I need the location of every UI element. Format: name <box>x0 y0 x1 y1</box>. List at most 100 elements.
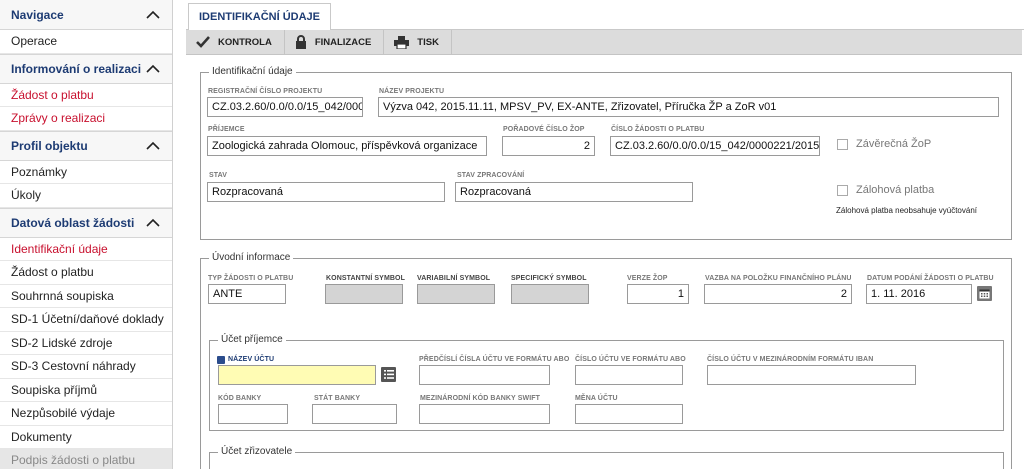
sidebar-item[interactable]: Žádost o platbu <box>0 84 172 107</box>
nazev-uctu-label: NÁZEV ÚČTU <box>228 356 275 363</box>
sidebar-section-header[interactable]: Navigace <box>0 0 172 30</box>
ucet-prijemce-panel: Účet příjemce NÁZEV ÚČTU PŘEDČÍSLÍ ČÍSLA… <box>209 334 1004 431</box>
finalizace-button[interactable]: FINALIZACE <box>285 29 385 55</box>
zaverecna-zop-label: Závěrečná ŽoP <box>856 138 932 150</box>
sidebar-item[interactable]: Dokumenty <box>0 426 172 449</box>
verze-zop-label: VERZE ŽOP <box>627 275 668 282</box>
zalohova-platba-note: Zálohová platba neobsahuje vyúčtování <box>836 206 977 215</box>
kontrola-button[interactable]: KONTROLA <box>186 29 285 55</box>
swift-field[interactable] <box>419 404 550 424</box>
datum-podani-field[interactable]: 1. 11. 2016 <box>866 284 972 304</box>
datum-podani-label: DATUM PODÁNÍ ŽÁDOSTI O PLATBU <box>867 275 994 282</box>
sidebar-section-header[interactable]: Informování o realizaci <box>0 53 172 84</box>
sidebar-item[interactable]: Úkoly <box>0 184 172 208</box>
stav-zpracovani-label: STAV ZPRACOVÁNÍ <box>457 172 525 179</box>
specificky-symbol-label: SPECIFICKÝ SYMBOL <box>511 275 587 282</box>
toolbar: KONTROLA FINALIZACE TISK <box>186 29 1022 55</box>
stav-field[interactable]: Rozpracovaná <box>207 182 445 202</box>
predcisli-label: PŘEDČÍSLÍ ČÍSLA ÚČTU VE FORMÁTU ABO <box>419 356 570 363</box>
nazev-projektu-field[interactable]: Výzva 042, 2015.11.11, MPSV_PV, EX-ANTE,… <box>378 97 999 117</box>
chevron-up-icon[interactable] <box>146 62 160 76</box>
kontrola-label: KONTROLA <box>218 36 272 48</box>
zaverecna-zop-box[interactable] <box>837 138 848 150</box>
nazev-uctu-field[interactable] <box>218 365 376 385</box>
sidebar-section-title: Profil objektu <box>11 138 88 153</box>
cislo-abo-field[interactable] <box>575 365 683 385</box>
reg-cislo-field[interactable]: CZ.03.2.60/0.0/0.0/15_042/0000 <box>207 97 363 117</box>
ucet-zrizovatele-panel: Účet zřizovatele <box>209 446 1004 469</box>
mena-uctu-label: MĚNA ÚČTU <box>575 395 618 402</box>
sidebar-section-header[interactable]: Datová oblast žádosti <box>0 207 172 238</box>
swift-label: MEZINÁRODNÍ KÓD BANKY SWIFT <box>420 395 541 402</box>
stav-zpracovani-field[interactable]: Rozpracovaná <box>455 182 693 202</box>
sidebar-section-title: Datová oblast žádosti <box>11 215 135 230</box>
iban-field[interactable] <box>707 365 916 385</box>
zalohova-platba-checkbox[interactable]: Zálohová platba <box>837 184 934 196</box>
typ-zadosti-label: TYP ŽÁDOSTI O PLATBU <box>208 275 294 282</box>
stav-label: STAV <box>209 172 228 179</box>
sidebar-item[interactable]: Operace <box>0 30 172 54</box>
info-icon <box>217 356 225 364</box>
checkmark-icon <box>196 36 210 48</box>
printer-icon <box>394 35 410 49</box>
sidebar-item[interactable]: Identifikační údaje <box>0 238 172 261</box>
zalohova-platba-box[interactable] <box>837 184 848 196</box>
prijemce-label: PŘÍJEMCE <box>208 126 245 133</box>
sidebar-section-title: Informování o realizaci <box>11 61 142 76</box>
mena-uctu-field[interactable] <box>575 404 683 424</box>
cislo-zadosti-label: ČÍSLO ŽÁDOSTI O PLATBU <box>611 126 705 133</box>
specificky-symbol-field <box>511 284 589 304</box>
main-content: IDENTIFIKAČNÍ ÚDAJE KONTROLA FINALIZACE … <box>186 0 1024 469</box>
sidebar-item[interactable]: Souhrnná soupiska <box>0 285 172 308</box>
konstantni-symbol-label: KONSTANTNÍ SYMBOL <box>326 275 405 282</box>
zalohova-platba-label: Zálohová platba <box>856 184 935 196</box>
cislo-zadosti-field[interactable]: CZ.03.2.60/0.0/0.0/15_042/0000221/2015/0… <box>610 136 820 156</box>
chevron-up-icon[interactable] <box>146 139 160 153</box>
variabilni-symbol-label: VARIABILNÍ SYMBOL <box>417 275 491 282</box>
stat-banky-label: STÁT BANKY <box>314 395 361 402</box>
iban-label: ČÍSLO ÚČTU V MEZINÁRODNÍM FORMÁTU IBAN <box>707 356 874 363</box>
sidebar-section-title: Navigace <box>11 7 64 22</box>
finalizace-label: FINALIZACE <box>314 36 372 48</box>
tisk-label: TISK <box>417 36 439 48</box>
vazba-field[interactable]: 2 <box>704 284 852 304</box>
uvodni-informace-legend: Úvodní informace <box>209 252 294 263</box>
tisk-button[interactable]: TISK <box>384 29 452 55</box>
prijemce-field[interactable]: Zoologická zahrada Olomouc, příspěvková … <box>207 136 487 156</box>
chevron-up-icon[interactable] <box>146 216 160 230</box>
variabilni-symbol-field <box>417 284 495 304</box>
reg-cislo-label: REGISTRAČNÍ ČÍSLO PROJEKTU <box>208 88 323 95</box>
sidebar-item: Podpis žádosti o platbu <box>0 449 172 469</box>
nazev-projektu-label: NÁZEV PROJEKTU <box>379 88 445 95</box>
zaverecna-zop-checkbox[interactable]: Závěrečná ŽoP <box>837 138 931 150</box>
kod-banky-label: KÓD BANKY <box>218 395 262 402</box>
tab-bar: IDENTIFIKAČNÍ ÚDAJE <box>186 0 1024 31</box>
list-select-icon[interactable] <box>381 367 396 382</box>
sidebar-item[interactable]: SD-3 Cestovní náhrady <box>0 355 172 379</box>
identifikacni-udaje-panel: Identifikační údaje REGISTRAČNÍ ČÍSLO PR… <box>200 66 1012 240</box>
sidebar: Navigace Operace Informování o realizaci Žá… <box>0 0 173 469</box>
sidebar-item[interactable]: Zprávy o realizaci <box>0 107 172 131</box>
tab-identifikacni-udaje[interactable]: IDENTIFIKAČNÍ ÚDAJE <box>188 3 332 31</box>
verze-zop-field[interactable]: 1 <box>627 284 689 304</box>
sidebar-item[interactable]: Soupiska příjmů <box>0 379 172 402</box>
stat-banky-field[interactable] <box>312 404 397 424</box>
sidebar-item[interactable]: Poznámky <box>0 161 172 184</box>
chevron-up-icon[interactable] <box>146 8 160 22</box>
sidebar-item[interactable]: Žádost o platbu <box>0 261 172 285</box>
vazba-label: VAZBA NA POLOŽKU FINANČNÍHO PLÁNU <box>705 275 852 282</box>
typ-zadosti-field[interactable]: ANTE <box>208 284 286 304</box>
predcisli-field[interactable] <box>419 365 550 385</box>
kod-banky-field[interactable] <box>218 404 288 424</box>
ucet-zrizovatele-legend: Účet zřizovatele <box>218 446 296 457</box>
cislo-abo-label: ČÍSLO ÚČTU VE FORMÁTU ABO <box>575 356 686 363</box>
sidebar-item[interactable]: Nezpůsobilé výdaje <box>0 402 172 426</box>
calendar-icon[interactable] <box>977 286 992 301</box>
konstantni-symbol-field <box>325 284 403 304</box>
poradove-cislo-field[interactable]: 2 <box>502 136 595 156</box>
sidebar-item[interactable]: SD-1 Účetní/daňové doklady <box>0 308 172 332</box>
identifikacni-udaje-legend: Identifikační údaje <box>209 66 296 77</box>
sidebar-section-header[interactable]: Profil objektu <box>0 130 172 161</box>
uvodni-informace-panel: Úvodní informace TYP ŽÁDOSTI O PLATBU AN… <box>200 252 1012 469</box>
sidebar-item[interactable]: SD-2 Lidské zdroje <box>0 332 172 355</box>
